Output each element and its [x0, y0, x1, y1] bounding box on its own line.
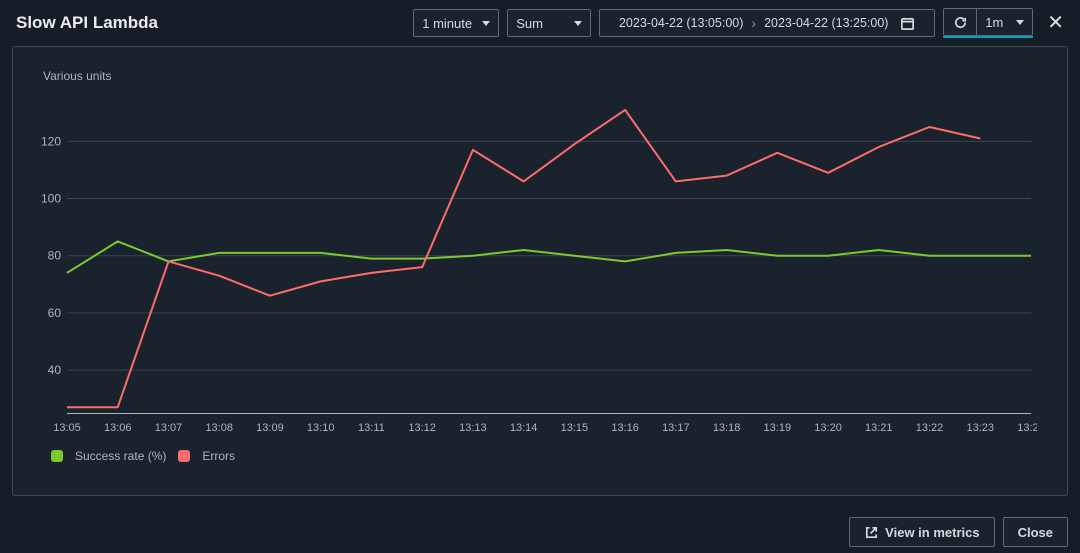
period-value: 1 minute	[422, 16, 472, 31]
svg-text:13:07: 13:07	[155, 422, 183, 434]
chevron-down-icon	[574, 21, 582, 26]
external-link-icon	[864, 525, 879, 540]
arrow-right-icon: ›	[751, 15, 756, 31]
refresh-icon	[953, 15, 968, 30]
view-in-metrics-button[interactable]: View in metrics	[849, 517, 994, 547]
chevron-down-icon	[482, 21, 490, 26]
refresh-button[interactable]	[943, 8, 977, 36]
close-button[interactable]: Close	[1003, 517, 1068, 547]
svg-text:13:08: 13:08	[205, 422, 233, 434]
svg-text:13:16: 13:16	[611, 422, 639, 434]
legend-label-success: Success rate (%)	[75, 449, 166, 463]
svg-text:80: 80	[48, 249, 62, 263]
statistic-value: Sum	[516, 16, 543, 31]
chevron-down-icon	[1016, 20, 1024, 25]
svg-text:13:17: 13:17	[662, 422, 690, 434]
svg-text:13:19: 13:19	[764, 422, 792, 434]
svg-text:13:12: 13:12	[408, 422, 436, 434]
refresh-group: 1m	[943, 8, 1033, 38]
svg-text:13:20: 13:20	[814, 422, 842, 434]
svg-text:13:09: 13:09	[256, 422, 284, 434]
svg-text:13:21: 13:21	[865, 422, 893, 434]
svg-text:13:06: 13:06	[104, 422, 132, 434]
refresh-interval-value: 1m	[985, 15, 1003, 30]
chart-legend: Success rate (%) Errors	[51, 449, 1051, 463]
svg-text:60: 60	[48, 306, 62, 320]
statistic-select[interactable]: Sum	[507, 9, 591, 37]
svg-text:13:23: 13:23	[966, 422, 994, 434]
svg-text:100: 100	[41, 192, 61, 206]
svg-text:40: 40	[48, 363, 62, 377]
range-start: 2023-04-22 (13:05:00)	[619, 16, 743, 30]
svg-text:13:15: 13:15	[561, 422, 589, 434]
svg-text:13:05: 13:05	[53, 422, 81, 434]
svg-text:13:24: 13:24	[1017, 422, 1037, 434]
svg-text:120: 120	[41, 134, 61, 148]
legend-swatch-errors	[178, 450, 190, 462]
svg-text:13:18: 13:18	[713, 422, 741, 434]
close-icon[interactable]: ✕	[1041, 13, 1068, 33]
period-select[interactable]: 1 minute	[413, 9, 499, 37]
range-end: 2023-04-22 (13:25:00)	[764, 16, 888, 30]
legend-swatch-success	[51, 450, 63, 462]
calendar-icon	[900, 16, 915, 31]
refresh-interval-select[interactable]: 1m	[977, 8, 1033, 36]
svg-text:13:11: 13:11	[358, 422, 385, 434]
y-axis-label: Various units	[43, 69, 1051, 83]
view-in-metrics-label: View in metrics	[885, 525, 979, 540]
legend-label-errors: Errors	[202, 449, 235, 463]
svg-text:13:14: 13:14	[510, 422, 538, 434]
page-title: Slow API Lambda	[16, 13, 158, 33]
chart-plot[interactable]: 40 60 80 100 120 13:05 13:06 13:07 13:08 13:09 13:…	[37, 101, 1037, 441]
svg-text:13:22: 13:22	[916, 422, 944, 434]
chart-panel: Various units 40 60 80 100 120 13:05 13:06 13:0…	[12, 46, 1068, 496]
svg-text:13:13: 13:13	[459, 422, 487, 434]
time-range-picker[interactable]: 2023-04-22 (13:05:00) › 2023-04-22 (13:2…	[599, 9, 935, 37]
close-label: Close	[1018, 525, 1053, 540]
svg-text:13:10: 13:10	[307, 422, 335, 434]
